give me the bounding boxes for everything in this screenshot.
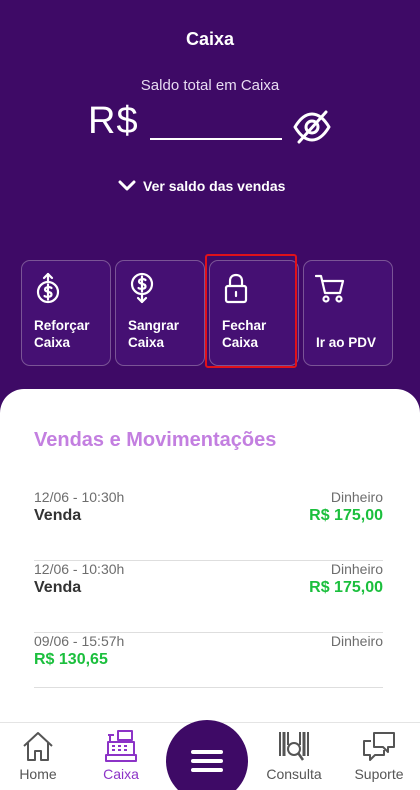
- action-label: Fechar Caixa: [222, 318, 267, 350]
- cash-register-icon: [105, 730, 137, 762]
- balance-masked-value: [150, 138, 282, 140]
- tx-method: Dinheiro: [330, 489, 383, 505]
- nav-label: Caixa: [103, 766, 139, 782]
- list-item[interactable]: 12/06 - 10:30h Venda Dinheiro R$ 175,00: [34, 561, 383, 633]
- lock-icon: [224, 273, 248, 304]
- tx-amount: R$ 175,00: [309, 579, 383, 596]
- tx-date: 12/06 - 10:30h: [34, 561, 125, 577]
- tx-amount: R$ 130,65: [34, 651, 108, 668]
- nav-home[interactable]: Home: [3, 729, 73, 787]
- nav-suporte[interactable]: Suporte: [344, 729, 414, 787]
- list-item[interactable]: 12/06 - 10:30h Venda Dinheiro R$ 175,00: [34, 489, 383, 561]
- barcode-search-icon: [279, 732, 309, 761]
- tx-kind: Venda: [34, 579, 82, 596]
- hamburger-icon: [191, 759, 223, 763]
- action-label: Sangrar Caixa: [128, 318, 180, 350]
- nav-consulta[interactable]: Consulta: [259, 729, 329, 787]
- home-icon: [23, 732, 53, 761]
- quick-actions: Reforçar Caixa Sangrar Caixa Fechar Caix…: [21, 254, 395, 368]
- tx-date: 09/06 - 15:57h: [34, 633, 125, 649]
- money-down-icon: [130, 272, 154, 304]
- go-to-pdv-button[interactable]: Ir ao PDV: [303, 260, 393, 366]
- eye-off-icon[interactable]: [293, 108, 331, 146]
- reinforce-cash-button[interactable]: Reforçar Caixa: [21, 260, 111, 366]
- action-label: Reforçar Caixa: [34, 318, 90, 350]
- tx-date: 12/06 - 10:30h: [34, 489, 125, 505]
- tx-method: Dinheiro: [330, 561, 383, 577]
- nav-label: Consulta: [266, 766, 322, 782]
- money-up-icon: [36, 272, 60, 304]
- tx-amount: R$ 175,00: [309, 507, 383, 524]
- nav-label: Suporte: [354, 766, 404, 782]
- chevron-down-icon: [118, 180, 136, 191]
- nav-label: Home: [19, 766, 57, 782]
- sales-toggle-label: Ver saldo das vendas: [143, 178, 286, 194]
- sales-balance-toggle[interactable]: Ver saldo das vendas: [118, 178, 285, 194]
- cart-icon: [315, 274, 345, 303]
- page-title: Caixa: [185, 29, 235, 49]
- hamburger-icon: [191, 768, 223, 772]
- balance-label: Saldo total em Caixa: [140, 77, 280, 94]
- tx-method: Dinheiro: [330, 633, 383, 649]
- close-cash-button[interactable]: Fechar Caixa: [205, 254, 299, 368]
- hamburger-icon: [191, 750, 223, 754]
- action-label: Ir ao PDV: [316, 335, 377, 350]
- balance-currency: R$: [88, 100, 139, 142]
- tx-kind: Venda: [34, 507, 82, 524]
- nav-caixa[interactable]: Caixa: [86, 729, 156, 787]
- chat-bubbles-icon: [363, 732, 395, 761]
- list-item[interactable]: 09/06 - 15:57h Dinheiro R$ 130,65: [34, 633, 383, 688]
- withdraw-cash-button[interactable]: Sangrar Caixa: [115, 260, 205, 366]
- movements-title: Vendas e Movimentações: [34, 429, 277, 451]
